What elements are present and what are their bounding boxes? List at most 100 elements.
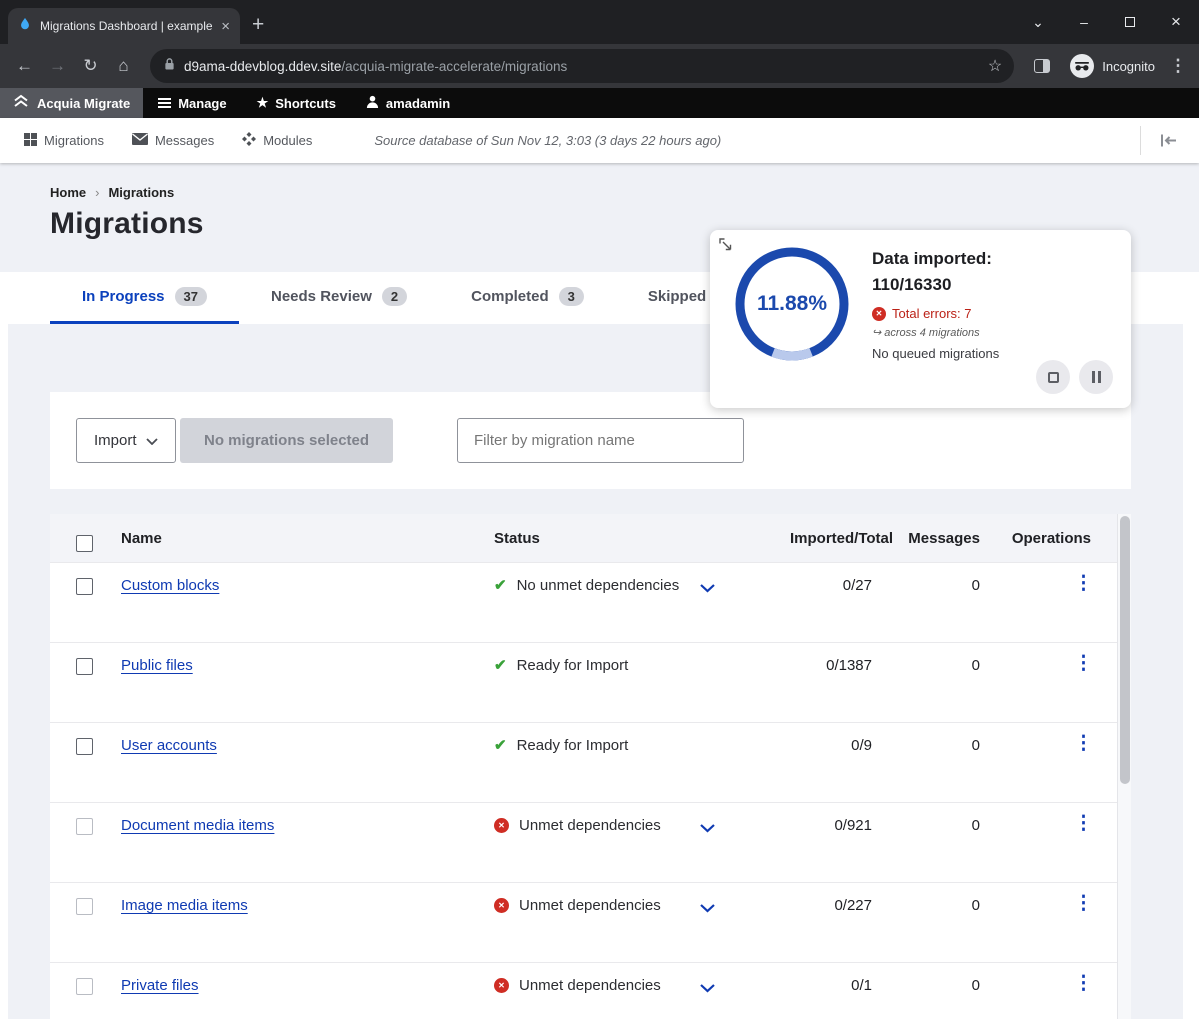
col-status: Status — [494, 530, 790, 547]
row-operations-kebab-icon[interactable]: ⋮ — [1074, 973, 1093, 994]
row-operations-kebab-icon[interactable]: ⋮ — [1074, 733, 1093, 754]
refresh-icon[interactable]: ↻ — [74, 56, 107, 76]
admin-item-manage[interactable]: Manage — [143, 88, 241, 118]
breadcrumb-separator: › — [95, 185, 99, 200]
tab-completed[interactable]: Completed 3 — [439, 272, 616, 324]
tab-count-badge: 2 — [382, 287, 407, 306]
bookmark-star-icon[interactable]: ☆ — [988, 56, 1002, 76]
forward-icon[interactable]: → — [41, 56, 74, 76]
admin-item-user[interactable]: amadamin — [351, 88, 465, 118]
page-content: Home › Migrations Migrations In Progress… — [0, 163, 1199, 1019]
toolbar-divider — [1140, 126, 1141, 155]
messages-count: 0 — [872, 723, 980, 754]
total-errors-link[interactable]: ✕ Total errors: 7 — [872, 306, 1118, 321]
error-icon: ✕ — [872, 307, 886, 321]
browser-menu-kebab-icon[interactable]: ⋮ — [1165, 56, 1191, 76]
migration-link[interactable]: Private files — [121, 977, 199, 994]
tab-needs-review[interactable]: Needs Review 2 — [239, 272, 439, 324]
row-checkbox — [76, 978, 93, 995]
row-checkbox[interactable] — [76, 738, 93, 755]
messages-count: 0 — [872, 803, 980, 834]
window-minimize-icon[interactable]: – — [1061, 0, 1107, 44]
migration-link[interactable]: Document media items — [121, 817, 274, 834]
migrations-label: Migrations — [44, 133, 104, 148]
acquia-migrate-brand[interactable]: Acquia Migrate — [0, 88, 143, 118]
page-title: Migrations — [50, 207, 204, 241]
stop-button[interactable] — [1036, 360, 1070, 394]
queued-migrations-note: No queued migrations — [872, 346, 1118, 361]
table-row: Public files ✔ Ready for Import 0/1387 0… — [50, 642, 1131, 722]
row-operations-kebab-icon[interactable]: ⋮ — [1074, 893, 1093, 914]
admin-item-shortcuts[interactable]: ★ Shortcuts — [242, 88, 351, 118]
col-messages: Messages — [872, 530, 980, 547]
window-chevron-down-icon[interactable]: ⌄ — [1015, 0, 1061, 44]
window-close-icon[interactable]: × — [1153, 0, 1199, 44]
hamburger-icon — [158, 98, 171, 108]
pause-button[interactable] — [1079, 360, 1113, 394]
row-operations-kebab-icon[interactable]: ⋮ — [1074, 653, 1093, 674]
filter-input[interactable] — [457, 418, 744, 463]
progress-ring: 11.88% — [732, 244, 852, 364]
import-chevron-icon — [146, 432, 158, 449]
modules-icon — [242, 132, 256, 149]
back-icon[interactable]: ← — [8, 56, 41, 76]
check-icon: ✔ — [494, 737, 507, 755]
favicon-drupal-droplet-icon — [18, 17, 32, 36]
brand-label: Acquia Migrate — [37, 96, 130, 111]
imported-total-value: 0/227 — [790, 883, 872, 914]
row-operations-kebab-icon[interactable]: ⋮ — [1074, 813, 1093, 834]
row-checkbox[interactable] — [76, 658, 93, 675]
data-imported-label: Data imported: — [872, 246, 1118, 272]
tab-close-icon[interactable]: × — [221, 19, 230, 34]
admin-toolbar: Acquia Migrate Manage ★ Shortcuts amadam… — [0, 88, 1199, 118]
toolbar-item-modules[interactable]: Modules — [228, 132, 326, 149]
imported-total-value: 0/27 — [790, 563, 872, 594]
imported-total-value: 0/9 — [790, 723, 872, 754]
select-all-checkbox[interactable] — [76, 535, 93, 552]
incognito-label: Incognito — [1102, 59, 1155, 74]
toolbar-item-messages[interactable]: Messages — [118, 133, 228, 148]
expand-chevron-icon[interactable] — [700, 900, 715, 917]
toolbar-collapse-icon[interactable] — [1160, 133, 1177, 153]
expand-chevron-icon[interactable] — [700, 820, 715, 837]
manage-label: Manage — [178, 96, 226, 111]
stop-icon — [1048, 372, 1059, 383]
import-button[interactable]: Import — [76, 418, 176, 463]
side-panel-icon[interactable] — [1034, 59, 1050, 73]
new-tab-icon[interactable]: + — [252, 14, 264, 35]
secondary-toolbar: Migrations Messages Modules Source datab… — [0, 118, 1199, 163]
table-scrollbar[interactable] — [1117, 514, 1131, 1019]
table-header: Name Status Imported/Total Messages Oper… — [50, 514, 1131, 562]
migration-link[interactable]: Custom blocks — [121, 577, 219, 594]
incognito-icon — [1070, 54, 1094, 78]
messages-count: 0 — [872, 643, 980, 674]
row-operations-kebab-icon[interactable]: ⋮ — [1074, 573, 1093, 594]
shortcuts-label: Shortcuts — [275, 96, 336, 111]
browser-tab[interactable]: Migrations Dashboard | example × — [8, 8, 240, 44]
status-text: No unmet dependencies — [517, 577, 680, 594]
tab-in-progress[interactable]: In Progress 37 — [50, 272, 239, 324]
toolbar-item-migrations[interactable]: Migrations — [10, 133, 118, 149]
shortcuts-star-icon: ★ — [257, 95, 269, 111]
acquia-logo-icon — [13, 94, 29, 113]
row-checkbox — [76, 898, 93, 915]
progress-overlay-card: 11.88% Data imported: 110/16330 ✕ Total … — [710, 230, 1131, 408]
messages-count: 0 — [872, 963, 980, 994]
col-operations: Operations — [980, 530, 1131, 547]
source-database-note: Source database of Sun Nov 12, 3:03 (3 d… — [374, 133, 721, 148]
table-row: Private files ✕ Unmet dependencies 0/1 0… — [50, 962, 1131, 1019]
row-checkbox[interactable] — [76, 578, 93, 595]
home-icon[interactable]: ⌂ — [107, 56, 140, 76]
status-text: Ready for Import — [517, 657, 629, 674]
window-maximize-icon[interactable] — [1107, 0, 1153, 44]
url-bar[interactable]: d9ama-ddevblog.ddev.site /acquia-migrate… — [150, 49, 1014, 83]
scrollbar-thumb[interactable] — [1120, 516, 1130, 784]
migration-link[interactable]: Image media items — [121, 897, 248, 914]
migration-link[interactable]: Public files — [121, 657, 193, 674]
expand-chevron-icon[interactable] — [700, 980, 715, 997]
expand-chevron-icon[interactable] — [700, 580, 715, 597]
tab-label: Skipped — [648, 288, 706, 305]
migration-link[interactable]: User accounts — [121, 737, 217, 754]
tab-label: Completed — [471, 288, 549, 305]
breadcrumb-home-link[interactable]: Home — [50, 185, 86, 200]
